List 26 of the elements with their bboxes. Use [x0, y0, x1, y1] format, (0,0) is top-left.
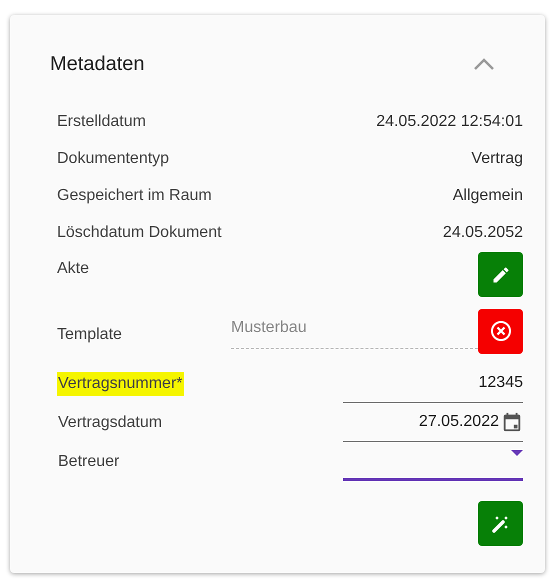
field-value: Vertrag — [471, 148, 523, 168]
magic-wand-button[interactable] — [478, 501, 523, 546]
field-value: Allgemein — [452, 186, 523, 206]
close-circle-icon — [490, 320, 512, 342]
pencil-icon — [490, 264, 510, 284]
panel-title: Metadaten — [50, 52, 145, 77]
dropdown-caret-icon — [511, 450, 523, 456]
field-label: Dokumententyp — [57, 148, 170, 168]
calendar-icon[interactable] — [501, 411, 523, 433]
field-label: Template — [57, 325, 123, 345]
field-label: Vertragsdatum — [57, 412, 164, 432]
edit-button[interactable] — [478, 252, 523, 297]
field-label: Erstelldatum — [57, 112, 146, 132]
chevron-up-icon[interactable] — [473, 57, 495, 71]
clear-button[interactable] — [478, 308, 523, 354]
field-label: Akte — [57, 259, 90, 279]
field-value: 24.05.2052 — [442, 222, 523, 242]
field-label: Vertragsnummer* — [57, 372, 184, 396]
date-field[interactable]: 27.05.2022 — [343, 403, 523, 442]
input-field[interactable]: 12345 — [343, 364, 523, 403]
field-label: Betreuer — [57, 452, 120, 472]
field-value: 12345 — [478, 373, 523, 393]
field-label: Gespeichert im Raum — [57, 186, 212, 206]
field-label: Löschdatum Dokument — [57, 222, 222, 242]
field-value: 27.05.2022 — [418, 412, 499, 432]
field-value: 24.05.2022 12:54:01 — [376, 112, 523, 132]
